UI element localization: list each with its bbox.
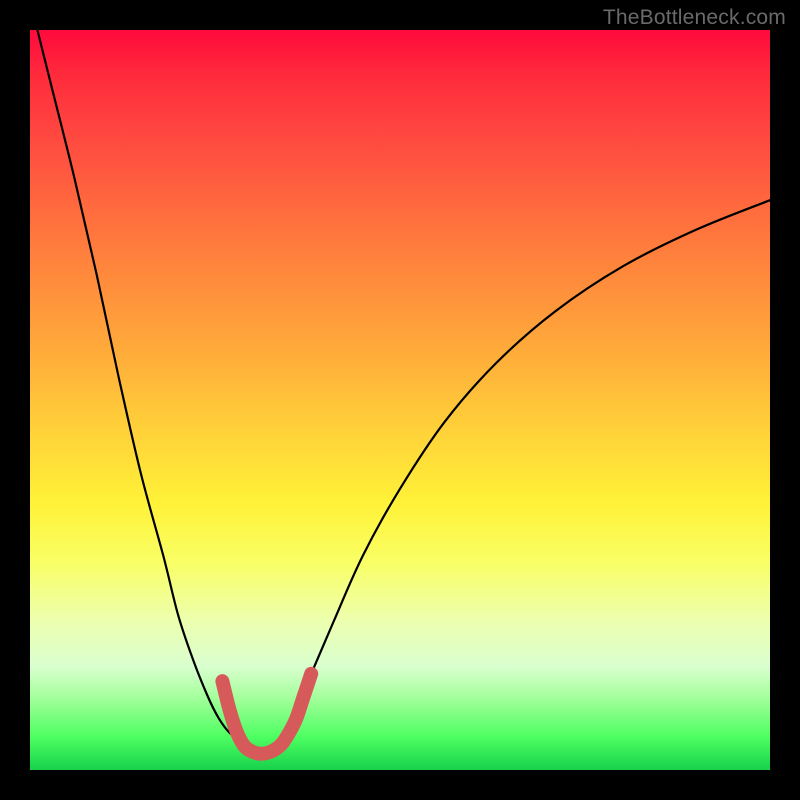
trough-highlight: [222, 674, 311, 754]
watermark-text: TheBottleneck.com: [603, 6, 786, 30]
chart-svg: [30, 30, 770, 770]
chart-plot-area: [30, 30, 770, 770]
bottleneck-curve-right: [282, 200, 770, 740]
bottleneck-curve-left: [37, 30, 241, 740]
